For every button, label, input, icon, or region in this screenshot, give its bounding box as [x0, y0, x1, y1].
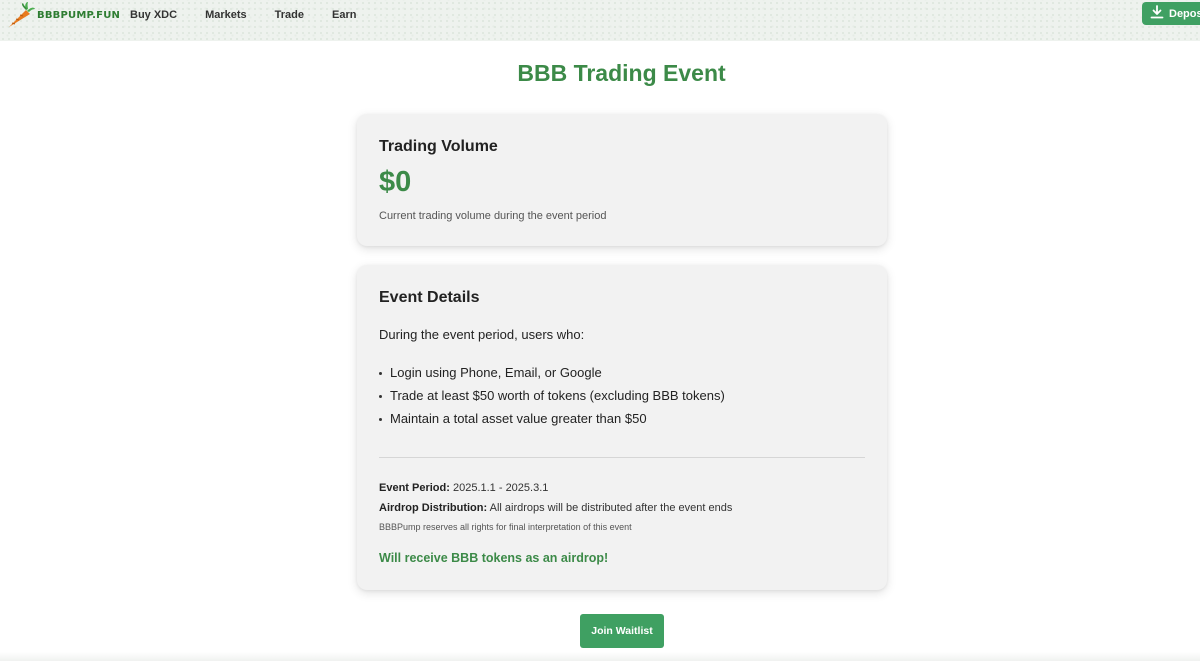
- list-item: Maintain a total asset value greater tha…: [379, 407, 725, 430]
- download-icon: [1150, 5, 1169, 22]
- event-period-value: 2025.1.1 - 2025.3.1: [452, 482, 549, 494]
- trading-volume-card: Trading Volume $0 Current trading volume…: [357, 114, 887, 246]
- join-waitlist-button[interactable]: Join Waitlist: [580, 614, 664, 648]
- event-intro: During the event period, users who:: [379, 327, 585, 342]
- logo-text: BBBPUMP.FUN: [37, 9, 121, 21]
- nav-markets[interactable]: Markets: [191, 9, 261, 21]
- list-item: Trade at least $50 worth of tokens (excl…: [379, 384, 725, 407]
- carrot-icon: [6, 1, 36, 29]
- deposit-button[interactable]: Deposit: [1142, 2, 1200, 25]
- nav-earn[interactable]: Earn: [318, 9, 370, 21]
- airdrop-distribution-value: All airdrops will be distributed after t…: [489, 502, 733, 514]
- airdrop-reward-text: Will receive BBB tokens as an airdrop!: [379, 551, 609, 565]
- page-title: BBB Trading Event: [517, 60, 726, 86]
- rights-note: BBBPump reserves all rights for final in…: [379, 522, 632, 532]
- nav-trade[interactable]: Trade: [261, 9, 318, 21]
- nav-buy-xdc[interactable]: Buy XDC: [116, 9, 191, 21]
- airdrop-distribution: Airdrop Distribution: All airdrops will …: [379, 502, 732, 514]
- top-navigation-bar: BBBPUMP.FUN Buy XDC Markets Trade Earn D…: [0, 0, 1200, 41]
- divider: [379, 457, 865, 458]
- bottom-fade: [0, 652, 1200, 661]
- logo[interactable]: BBBPUMP.FUN: [6, 1, 120, 29]
- requirements-list: Login using Phone, Email, or Google Trad…: [379, 361, 725, 430]
- event-period: Event Period: 2025.1.1 - 2025.3.1: [379, 482, 548, 494]
- deposit-label: Deposit: [1169, 7, 1200, 20]
- main-nav: Buy XDC Markets Trade Earn: [116, 0, 370, 30]
- trading-volume-subtitle: Current trading volume during the event …: [379, 210, 607, 222]
- event-details-card: Event Details During the event period, u…: [357, 265, 887, 590]
- list-item: Login using Phone, Email, or Google: [379, 361, 725, 384]
- trading-volume-title: Trading Volume: [379, 138, 498, 155]
- trading-volume-value: $0: [379, 166, 412, 198]
- event-details-title: Event Details: [379, 289, 480, 306]
- airdrop-distribution-label: Airdrop Distribution:: [379, 502, 488, 514]
- event-period-label: Event Period:: [379, 482, 450, 494]
